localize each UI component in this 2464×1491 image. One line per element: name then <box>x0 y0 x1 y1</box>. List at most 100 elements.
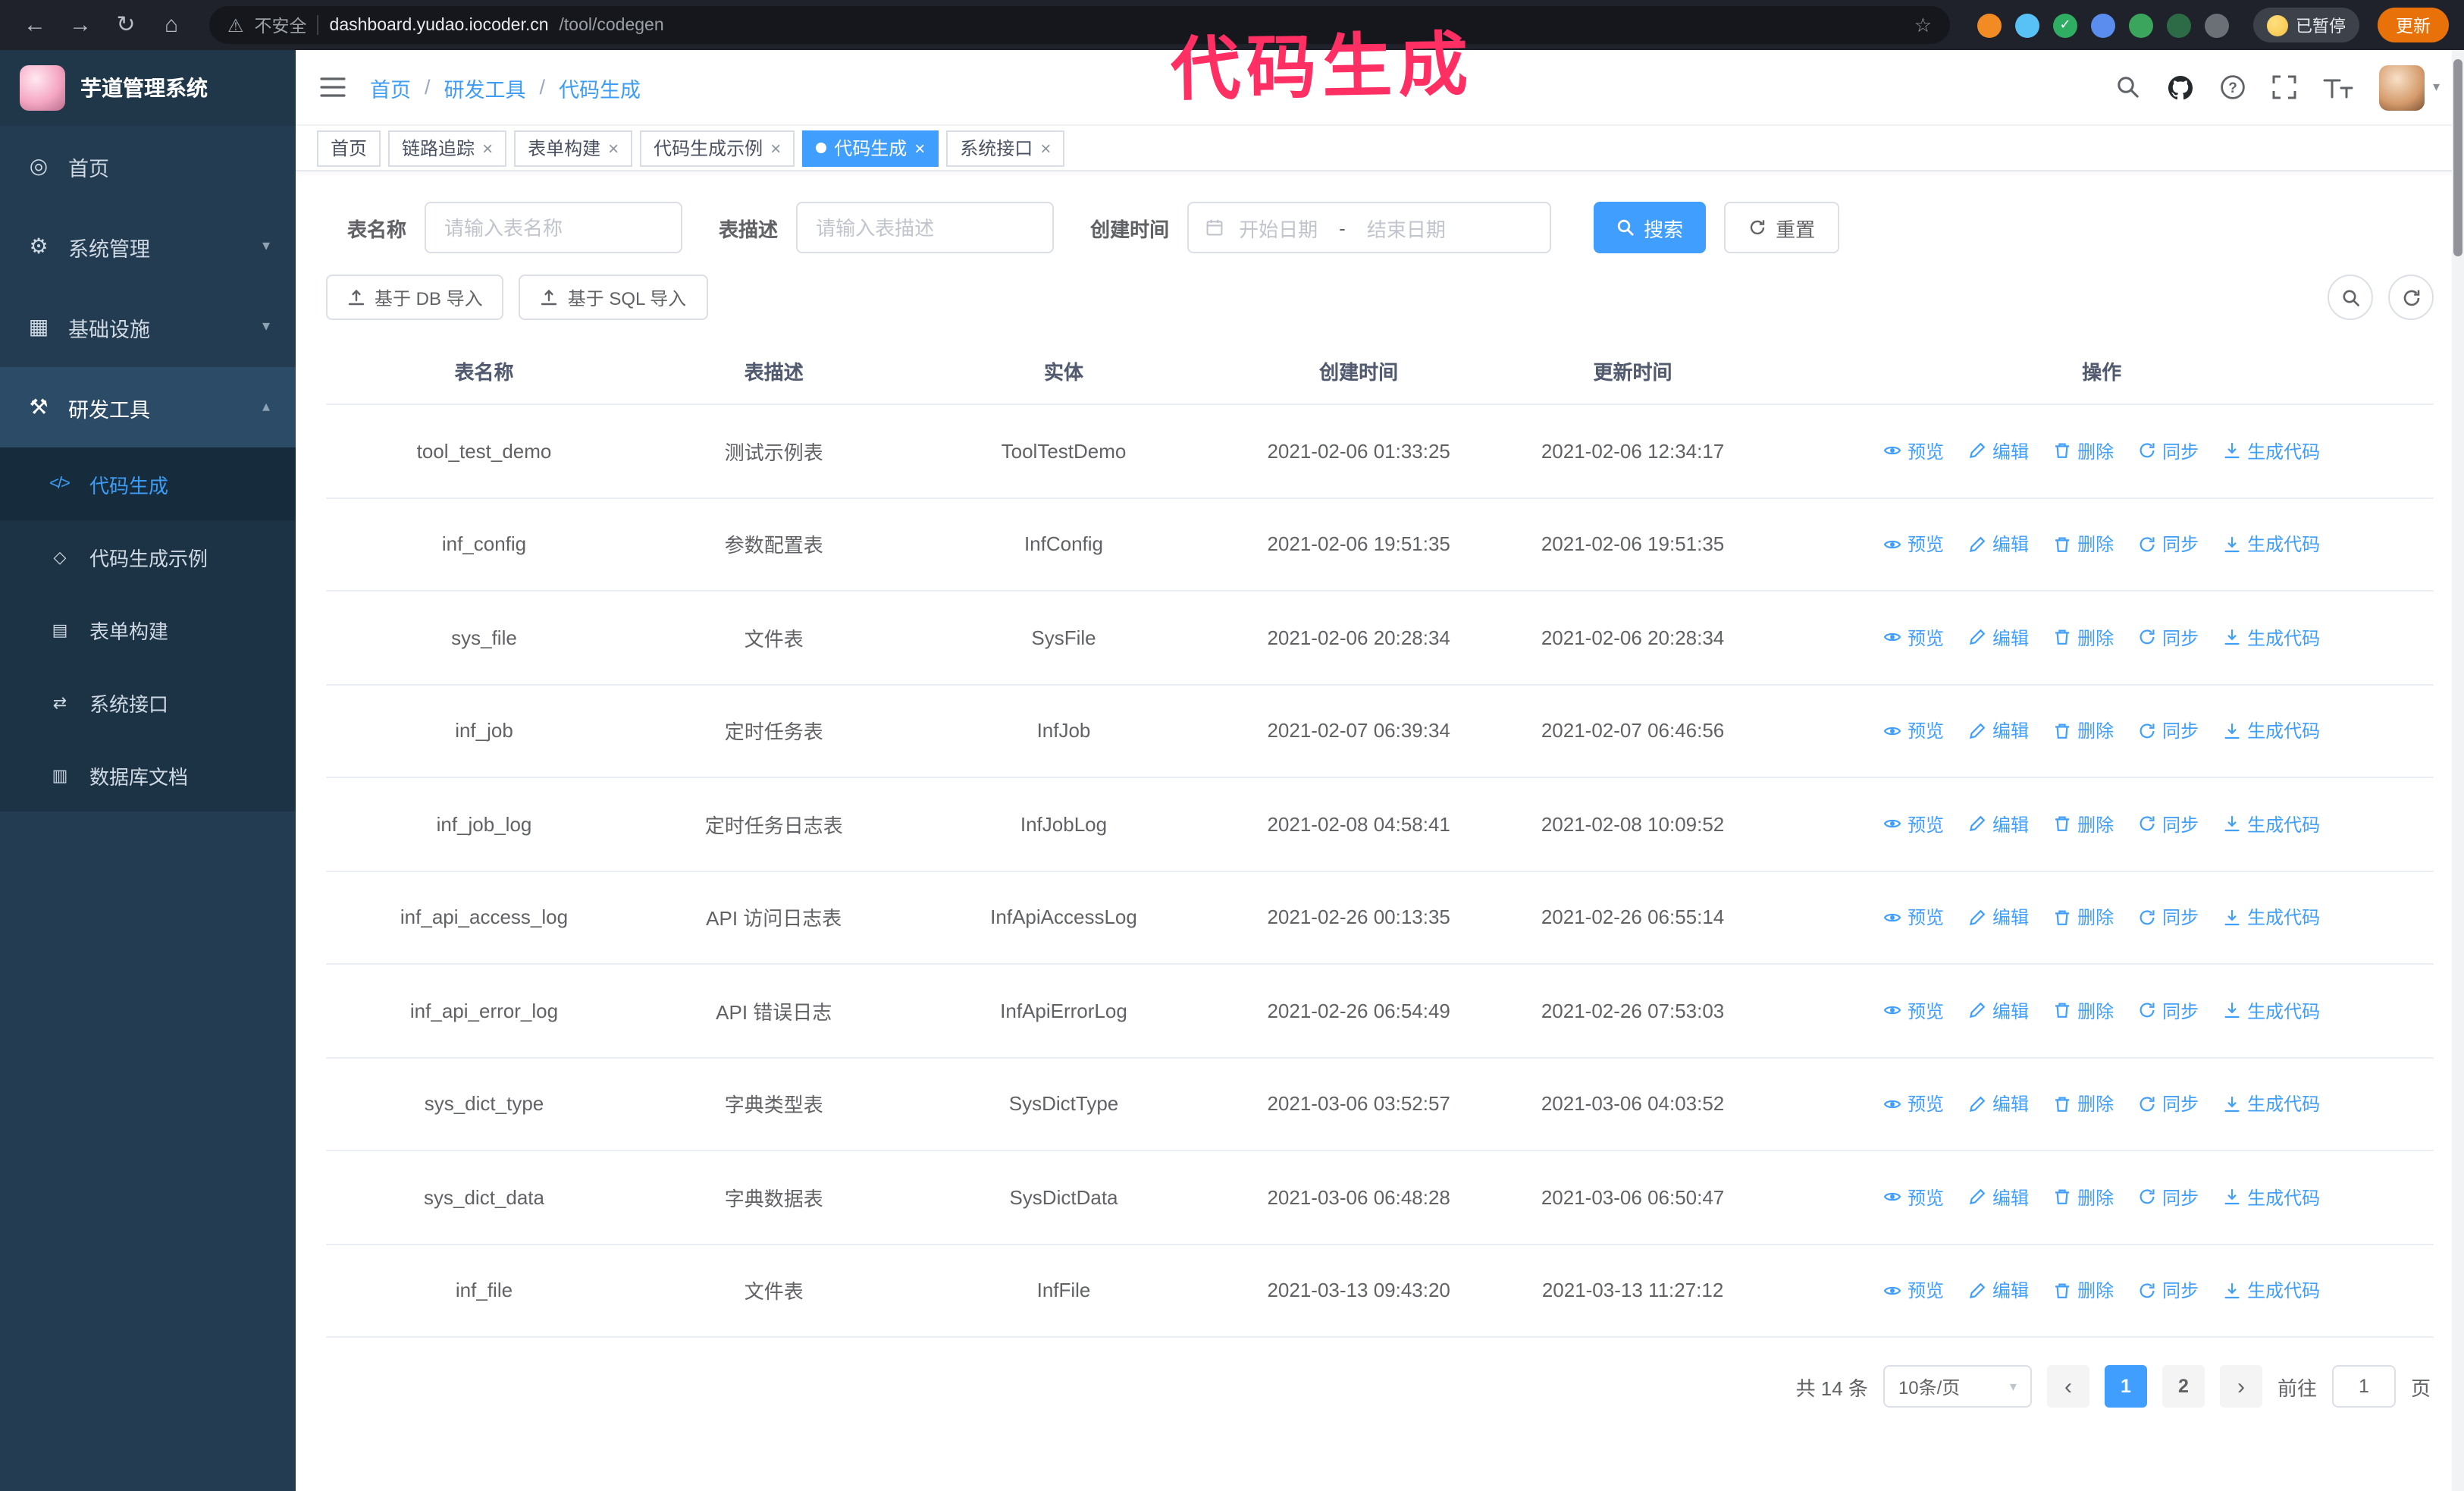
preview-link[interactable]: 预览 <box>1883 905 1944 931</box>
back-icon[interactable]: ← <box>15 5 55 45</box>
sync-link[interactable]: 同步 <box>2138 998 2199 1024</box>
delete-link[interactable]: 删除 <box>2053 1185 2114 1210</box>
font-size-icon[interactable] <box>2324 75 2354 99</box>
scrollbar-thumb[interactable] <box>2453 59 2462 256</box>
sync-link[interactable]: 同步 <box>2138 532 2199 557</box>
delete-link[interactable]: 删除 <box>2053 718 2114 744</box>
delete-link[interactable]: 删除 <box>2053 1278 2114 1304</box>
next-page-button[interactable]: › <box>2219 1365 2262 1408</box>
sync-link[interactable]: 同步 <box>2138 811 2199 837</box>
close-icon[interactable]: × <box>914 139 925 157</box>
generate-code-link[interactable]: 生成代码 <box>2223 811 2320 837</box>
edit-link[interactable]: 编辑 <box>1968 998 2029 1024</box>
tab-codegen-example[interactable]: 代码生成示例 × <box>640 130 795 166</box>
edit-link[interactable]: 编辑 <box>1968 625 2029 651</box>
extension-icon[interactable] <box>2129 13 2153 37</box>
sidebar-item-system-api[interactable]: ⇄ 系统接口 <box>0 666 296 739</box>
edit-link[interactable]: 编辑 <box>1968 1185 2029 1210</box>
reload-icon[interactable]: ↻ <box>106 5 146 45</box>
tab-home[interactable]: 首页 <box>317 130 381 166</box>
delete-link[interactable]: 删除 <box>2053 1091 2114 1117</box>
generate-code-link[interactable]: 生成代码 <box>2223 532 2320 557</box>
search-icon[interactable] <box>2116 74 2142 100</box>
delete-link[interactable]: 删除 <box>2053 811 2114 837</box>
generate-code-link[interactable]: 生成代码 <box>2223 1185 2320 1210</box>
delete-link[interactable]: 删除 <box>2053 625 2114 651</box>
address-bar[interactable]: ⚠ 不安全 dashboard.yudao.iocoder.cn/tool/co… <box>209 6 1950 44</box>
goto-page-input[interactable] <box>2331 1365 2396 1408</box>
preview-link[interactable]: 预览 <box>1883 532 1944 557</box>
help-icon[interactable]: ? <box>2221 74 2246 100</box>
forward-icon[interactable]: → <box>61 5 100 45</box>
page-button-2[interactable]: 2 <box>2161 1365 2205 1408</box>
sidebar-item-home[interactable]: ◎ 首页 <box>0 126 296 206</box>
collapse-menu-icon[interactable] <box>320 76 346 99</box>
edit-link[interactable]: 编辑 <box>1968 532 2029 557</box>
tab-system-api[interactable]: 系统接口 × <box>946 130 1065 166</box>
preview-link[interactable]: 预览 <box>1883 1185 1944 1210</box>
preview-link[interactable]: 预览 <box>1883 1091 1944 1117</box>
date-range-picker[interactable]: 开始日期 - 结束日期 <box>1187 202 1552 253</box>
user-menu[interactable]: ▾ <box>2379 64 2440 110</box>
breadcrumb-dev-tools[interactable]: 研发工具 <box>444 72 526 102</box>
table-name-input[interactable] <box>425 202 683 253</box>
close-icon[interactable]: × <box>608 139 619 157</box>
sidebar-item-form-builder[interactable]: ▤ 表单构建 <box>0 593 296 666</box>
sidebar-item-system-management[interactable]: ⚙ 系统管理 ▾ <box>0 206 296 287</box>
preview-link[interactable]: 预览 <box>1883 998 1944 1024</box>
generate-code-link[interactable]: 生成代码 <box>2223 998 2320 1024</box>
sync-link[interactable]: 同步 <box>2138 1091 2199 1117</box>
bookmark-star-icon[interactable]: ☆ <box>1914 13 1932 37</box>
sidebar-item-dev-tools[interactable]: ⚒ 研发工具 ▴ <box>0 367 296 447</box>
reset-button[interactable]: 重置 <box>1724 202 1840 253</box>
profile-paused-badge[interactable]: 已暂停 <box>2253 8 2359 42</box>
table-desc-input[interactable] <box>796 202 1055 253</box>
sidebar-item-infrastructure[interactable]: ▦ 基础设施 ▾ <box>0 287 296 367</box>
page-scrollbar[interactable] <box>2452 50 2464 1491</box>
preview-link[interactable]: 预览 <box>1883 718 1944 744</box>
toggle-search-button[interactable] <box>2328 275 2373 320</box>
delete-link[interactable]: 删除 <box>2053 905 2114 931</box>
edit-link[interactable]: 编辑 <box>1968 905 2029 931</box>
edit-link[interactable]: 编辑 <box>1968 1091 2029 1117</box>
edit-link[interactable]: 编辑 <box>1968 811 2029 837</box>
page-button-1[interactable]: 1 <box>2104 1365 2147 1408</box>
sync-link[interactable]: 同步 <box>2138 625 2199 651</box>
generate-code-link[interactable]: 生成代码 <box>2223 625 2320 651</box>
preview-link[interactable]: 预览 <box>1883 1278 1944 1304</box>
generate-code-link[interactable]: 生成代码 <box>2223 1278 2320 1304</box>
browser-home-icon[interactable]: ⌂ <box>152 5 191 45</box>
delete-link[interactable]: 删除 <box>2053 438 2114 464</box>
app-logo[interactable]: 芋道管理系统 <box>0 50 296 126</box>
sync-link[interactable]: 同步 <box>2138 1185 2199 1210</box>
extension-icon[interactable] <box>2091 13 2115 37</box>
sidebar-item-codegen-example[interactable]: ◇ 代码生成示例 <box>0 520 296 593</box>
edit-link[interactable]: 编辑 <box>1968 718 2029 744</box>
edit-link[interactable]: 编辑 <box>1968 438 2029 464</box>
close-icon[interactable]: × <box>482 139 493 157</box>
preview-link[interactable]: 预览 <box>1883 438 1944 464</box>
refresh-list-button[interactable] <box>2388 275 2434 320</box>
breadcrumb-home[interactable]: 首页 <box>370 72 411 102</box>
edit-link[interactable]: 编辑 <box>1968 1278 2029 1304</box>
sync-link[interactable]: 同步 <box>2138 718 2199 744</box>
generate-code-link[interactable]: 生成代码 <box>2223 718 2320 744</box>
github-icon[interactable] <box>2168 74 2195 101</box>
sidebar-item-database-doc[interactable]: ▥ 数据库文档 <box>0 739 296 811</box>
import-db-button[interactable]: 基于 DB 导入 <box>326 275 504 320</box>
extension-icon[interactable] <box>1977 13 2002 37</box>
sync-link[interactable]: 同步 <box>2138 905 2199 931</box>
close-icon[interactable]: × <box>770 139 781 157</box>
prev-page-button[interactable]: ‹ <box>2046 1365 2089 1408</box>
delete-link[interactable]: 删除 <box>2053 998 2114 1024</box>
puzzle-extension-icon[interactable] <box>2205 13 2229 37</box>
delete-link[interactable]: 删除 <box>2053 532 2114 557</box>
page-size-select[interactable]: 10条/页 ▾ <box>1882 1365 2032 1408</box>
tab-code-generation[interactable]: 代码生成 × <box>802 130 939 166</box>
extension-icon[interactable]: ✓ <box>2053 13 2077 37</box>
import-sql-button[interactable]: 基于 SQL 导入 <box>519 275 708 320</box>
tab-link-trace[interactable]: 链路追踪 × <box>388 130 507 166</box>
sync-link[interactable]: 同步 <box>2138 438 2199 464</box>
search-button[interactable]: 搜索 <box>1594 202 1707 253</box>
sidebar-item-code-generation[interactable]: </> 代码生成 <box>0 447 296 520</box>
